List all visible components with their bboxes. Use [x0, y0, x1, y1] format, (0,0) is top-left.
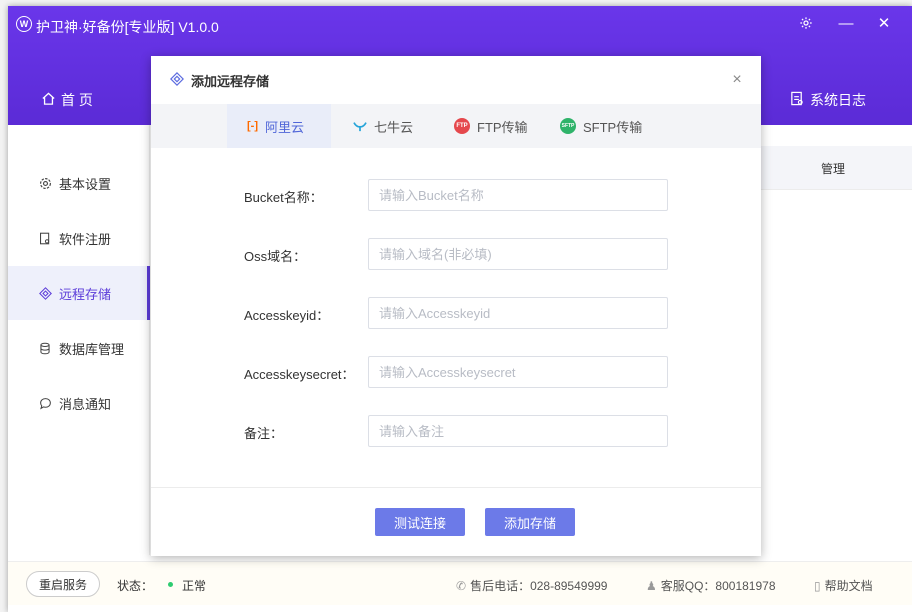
tab-aliyun[interactable]: [-] 阿里云	[227, 104, 331, 148]
nav-log-label: 系统日志	[810, 92, 866, 108]
tab-ftp[interactable]: FTP FTP传输	[438, 104, 544, 148]
status-indicator-dot	[168, 582, 173, 587]
settings-gear-icon[interactable]	[795, 13, 817, 33]
bucket-name-label: Bucket名称：	[244, 190, 323, 205]
sidebar-item-registration[interactable]: 软件注册	[8, 211, 150, 265]
sidebar-item-label: 远程存储	[59, 286, 112, 302]
status-bar: 重启服务 状态： 正常 ✆ 售后电话：028-89549999 ♟ 客服QQ：8…	[8, 561, 912, 605]
app-logo-icon: W	[16, 16, 32, 32]
nav-home[interactable]: 首 页	[41, 90, 93, 110]
accesskeyid-label: Accesskeyid：	[244, 308, 330, 323]
tab-sftp[interactable]: SFTP SFTP传输	[544, 104, 658, 148]
sidebar-item-database[interactable]: 数据库管理	[8, 321, 150, 375]
log-icon	[790, 91, 804, 109]
table-header: 管理	[761, 146, 912, 190]
oss-domain-input[interactable]	[368, 238, 668, 270]
phone-icon: ✆	[456, 578, 467, 593]
test-connection-button[interactable]: 测试连接	[375, 508, 465, 536]
sidebar-item-label: 数据库管理	[59, 341, 125, 357]
status-value: 正常	[182, 579, 207, 593]
tab-label: SFTP传输	[583, 119, 643, 135]
dialog-title: 添加远程存储	[191, 73, 270, 89]
dialog-close-button[interactable]: ×	[727, 70, 747, 90]
database-icon	[38, 341, 52, 355]
support-qq: ♟ 客服QQ：800181978	[646, 577, 776, 594]
app-title: 护卫神·好备份[专业版] V1.0.0	[36, 19, 219, 35]
accesskeysecret-label: Accesskeysecret：	[244, 367, 355, 382]
nav-home-label: 首 页	[61, 92, 93, 108]
tab-label: FTP传输	[477, 119, 528, 135]
sidebar-item-label: 软件注册	[59, 231, 112, 247]
form-row-bucket: Bucket名称：	[151, 179, 761, 211]
add-storage-button[interactable]: 添加存储	[485, 508, 575, 536]
ftp-icon: FTP	[454, 118, 470, 134]
sftp-icon: SFTP	[560, 118, 576, 134]
message-icon	[38, 396, 52, 410]
tab-label: 阿里云	[265, 119, 305, 135]
home-icon	[41, 91, 56, 109]
dialog-header: 添加远程存储 ×	[151, 56, 761, 104]
status-label: 状态：	[117, 579, 154, 593]
remark-input[interactable]	[368, 415, 668, 447]
storage-type-tabs: [-] 阿里云 七牛云 FTP FTP传输 SFTP SFTP传输	[151, 104, 761, 148]
tab-label: 七牛云	[374, 119, 414, 135]
restart-service-button[interactable]: 重启服务	[26, 571, 100, 597]
nav-system-log[interactable]: 系统日志	[790, 90, 866, 110]
qiniu-icon	[353, 120, 367, 132]
sidebar-item-notifications[interactable]: 消息通知	[8, 376, 150, 430]
sidebar-item-remote-storage[interactable]: 远程存储	[8, 266, 150, 320]
close-window-button[interactable]: ✕	[873, 13, 895, 33]
form-row-remark: 备注：	[151, 415, 761, 447]
aliyun-icon: [-]	[247, 120, 258, 132]
desktop-left-strip	[0, 0, 8, 612]
minimize-button[interactable]: —	[835, 13, 857, 33]
help-docs-text: 帮助文档	[824, 579, 873, 593]
remote-storage-icon	[38, 286, 52, 300]
remark-label: 备注：	[244, 426, 284, 441]
book-icon: ▯	[814, 578, 821, 593]
bucket-name-input[interactable]	[368, 179, 668, 211]
remote-storage-icon	[170, 71, 184, 89]
help-docs-link[interactable]: ▯ 帮助文档	[814, 577, 873, 594]
sidebar-item-label: 消息通知	[59, 396, 112, 412]
sidebar-item-label: 基本设置	[59, 176, 112, 192]
qq-icon: ♟	[646, 578, 657, 593]
sidebar: 基本设置 软件注册 远程存储 数据库管理 消息通知	[8, 125, 150, 555]
gear-icon	[38, 176, 52, 190]
add-remote-storage-dialog: 添加远程存储 × [-] 阿里云 七牛云 FTP FTP传输 SFTP SFTP…	[151, 56, 761, 556]
tab-qiniu[interactable]: 七牛云	[337, 104, 429, 148]
form-row-accesskeysecret: Accesskeysecret：	[151, 356, 761, 388]
support-phone: ✆ 售后电话：028-89549999	[456, 577, 607, 594]
support-qq-text: 客服QQ：800181978	[660, 579, 776, 593]
form-row-accesskeyid: Accesskeyid：	[151, 297, 761, 329]
column-header-manage: 管理	[821, 162, 846, 176]
accesskeyid-input[interactable]	[368, 297, 668, 329]
sidebar-item-basic-settings[interactable]: 基本设置	[8, 156, 150, 210]
form-row-oss-domain: Oss域名：	[151, 238, 761, 270]
support-phone-text: 售后电话：028-89549999	[470, 579, 608, 593]
register-icon	[38, 231, 52, 245]
oss-domain-label: Oss域名：	[244, 249, 307, 264]
accesskeysecret-input[interactable]	[368, 356, 668, 388]
dialog-footer-divider	[151, 487, 761, 488]
